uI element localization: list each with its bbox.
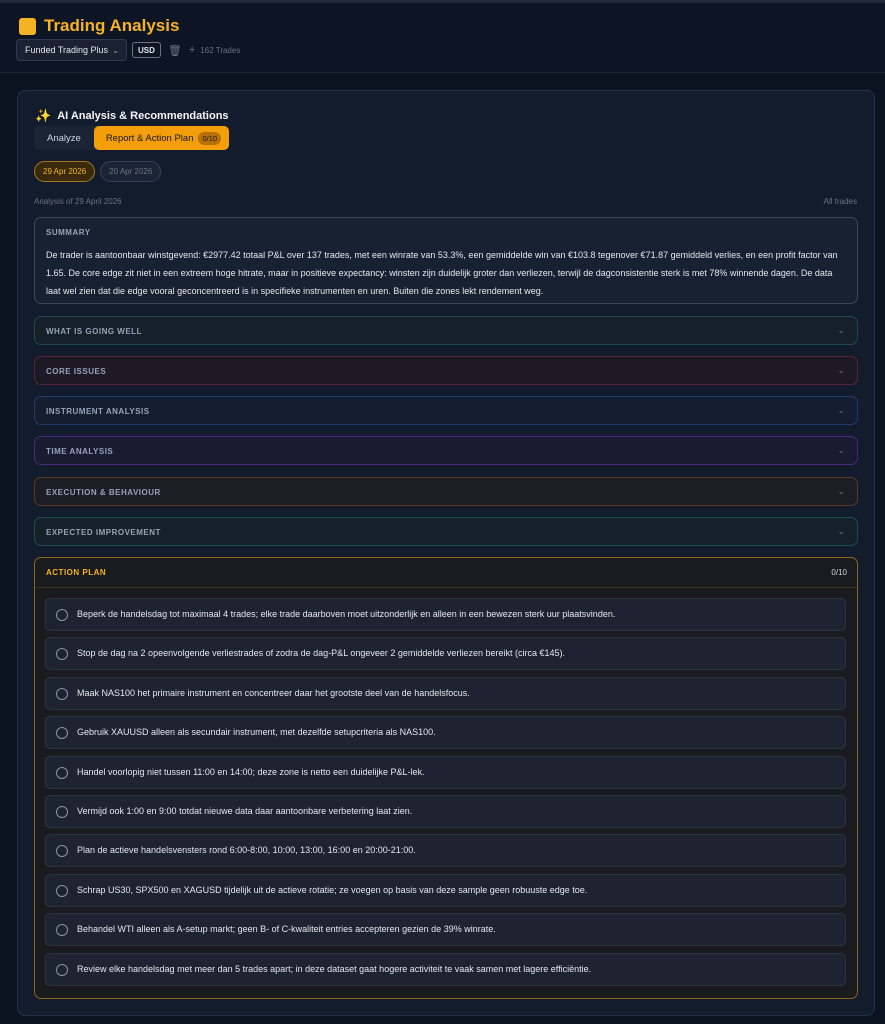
analysis-tabs: Analyze Report & Action Plan 0/10: [34, 126, 230, 150]
chevron-down-icon: ⌄: [837, 526, 845, 536]
chevron-down-icon: ⌄: [112, 46, 119, 55]
section-title: INSTRUMENT ANALYSIS: [46, 407, 150, 416]
account-select-value: Funded Trading Plus: [25, 45, 109, 55]
tab-analyze-label: Analyze: [47, 132, 81, 144]
chevron-down-icon: ⌄: [837, 486, 845, 496]
checkbox-circle-icon[interactable]: [56, 806, 68, 818]
section-instrument-analysis[interactable]: INSTRUMENT ANALYSIS ⌄: [34, 396, 858, 425]
chevron-down-icon: ⌄: [837, 405, 845, 415]
action-plan-section: ACTION PLAN 0/10 Beperk de handelsdag to…: [34, 557, 858, 999]
date-pills: 29 Apr 2026 20 Apr 2026: [34, 161, 166, 182]
tab-analyze[interactable]: Analyze: [34, 126, 94, 150]
checkbox-circle-icon[interactable]: [56, 885, 68, 897]
divider: [35, 587, 857, 588]
chevron-down-icon: ⌄: [837, 445, 845, 455]
ai-title: AI Analysis & Recommendations: [57, 110, 229, 122]
checkbox-circle-icon[interactable]: [56, 648, 68, 660]
checkbox-circle-icon[interactable]: [56, 964, 68, 976]
action-item-text: Beperk de handelsdag tot maximaal 4 trad…: [77, 609, 616, 619]
action-item-text: Stop de dag na 2 opeenvolgende verliestr…: [77, 648, 565, 658]
section-title: CORE ISSUES: [46, 367, 107, 376]
title-row: Trading Analysis: [19, 16, 179, 36]
action-item[interactable]: Maak NAS100 het primaire instrument en c…: [45, 677, 846, 710]
checkbox-circle-icon[interactable]: [56, 924, 68, 936]
action-item-text: Schrap US30, SPX500 en XAGUSD tijdelijk …: [77, 885, 588, 895]
summary-title: SUMMARY: [46, 228, 91, 237]
action-item[interactable]: Gebruik XAUUSD alleen als secundair inst…: [45, 716, 846, 749]
ai-header: ✨ AI Analysis & Recommendations: [35, 108, 229, 124]
section-title: WHAT IS GOING WELL: [46, 327, 142, 336]
action-item-text: Plan de actieve handelsvensters rond 6:0…: [77, 845, 416, 855]
tab-report-action-plan[interactable]: Report & Action Plan 0/10: [93, 126, 230, 150]
action-item-text: Maak NAS100 het primaire instrument en c…: [77, 688, 470, 698]
checkbox-circle-icon[interactable]: [56, 609, 68, 621]
action-item-text: Gebruik XAUUSD alleen als secundair inst…: [77, 727, 436, 737]
checkbox-circle-icon[interactable]: [56, 767, 68, 779]
section-title: EXECUTION & BEHAVIOUR: [46, 488, 161, 497]
trade-count: 162 Trades: [200, 45, 241, 55]
analysis-scope-label: All trades: [823, 197, 857, 206]
action-item[interactable]: Review elke handelsdag met meer dan 5 tr…: [45, 953, 846, 986]
action-item[interactable]: Behandel WTI alleen als A-setup markt; g…: [45, 913, 846, 946]
action-item[interactable]: Schrap US30, SPX500 en XAGUSD tijdelijk …: [45, 874, 846, 907]
tab-report-label: Report & Action Plan: [105, 132, 194, 144]
checkbox-circle-icon[interactable]: [56, 727, 68, 739]
section-title: EXPECTED IMPROVEMENT: [46, 528, 161, 537]
action-item[interactable]: Handel voorlopig niet tussen 11:00 en 14…: [45, 756, 846, 789]
ai-analysis-card: ✨ AI Analysis & Recommendations Analyze …: [17, 90, 875, 1016]
page-title: Trading Analysis: [44, 16, 180, 35]
action-plan-count: 0/10: [831, 568, 847, 577]
tab-report-badge: 0/10: [198, 131, 222, 145]
summary-section: SUMMARY De trader is aantoonbaar winstge…: [34, 217, 858, 304]
page-header: Trading Analysis Funded Trading Plus ⌄ U…: [0, 3, 885, 73]
section-title: TIME ANALYSIS: [46, 447, 114, 456]
analysis-date-label: Analysis of 29 April 2026: [34, 197, 122, 206]
section-time-analysis[interactable]: TIME ANALYSIS ⌄: [34, 436, 858, 465]
section-what-is-going-well[interactable]: WHAT IS GOING WELL ⌄: [34, 316, 858, 345]
action-item[interactable]: Beperk de handelsdag tot maximaal 4 trad…: [45, 598, 846, 631]
chevron-down-icon: ⌄: [837, 325, 845, 335]
section-core-issues[interactable]: CORE ISSUES ⌄: [34, 356, 858, 385]
section-expected-improvement[interactable]: EXPECTED IMPROVEMENT ⌄: [34, 517, 858, 546]
action-item-text: Handel voorlopig niet tussen 11:00 en 14…: [77, 767, 425, 777]
action-item[interactable]: Vermijd ook 1:00 en 9:00 totdat nieuwe d…: [45, 795, 846, 828]
action-item-text: Review elke handelsdag met meer dan 5 tr…: [77, 964, 592, 974]
summary-text: De trader is aantoonbaar winstgevend: €2…: [46, 250, 838, 296]
trash-icon[interactable]: 🗑: [168, 44, 182, 57]
account-controls: Funded Trading Plus ⌄ USD 🗑 + 162 Trades: [16, 39, 240, 61]
checkbox-circle-icon[interactable]: [56, 845, 68, 857]
app-logo-icon: [19, 17, 36, 35]
checkbox-circle-icon[interactable]: [56, 688, 68, 700]
sparkle-icon: ✨: [35, 108, 52, 123]
action-item[interactable]: Stop de dag na 2 opeenvolgende verliestr…: [45, 637, 846, 670]
chevron-down-icon: ⌄: [837, 365, 845, 375]
account-select[interactable]: Funded Trading Plus ⌄: [16, 39, 127, 61]
date-pill-29-apr[interactable]: 29 Apr 2026: [34, 161, 96, 182]
plus-icon[interactable]: +: [189, 44, 195, 56]
action-plan-title: ACTION PLAN: [46, 568, 107, 577]
currency-badge[interactable]: USD: [132, 42, 161, 58]
date-pill-20-apr[interactable]: 20 Apr 2026: [100, 161, 162, 182]
action-item-text: Behandel WTI alleen als A-setup markt; g…: [77, 924, 496, 934]
action-item-text: Vermijd ook 1:00 en 9:00 totdat nieuwe d…: [77, 806, 413, 816]
action-item[interactable]: Plan de actieve handelsvensters rond 6:0…: [45, 834, 846, 867]
section-execution-behaviour[interactable]: EXECUTION & BEHAVIOUR ⌄: [34, 477, 858, 506]
